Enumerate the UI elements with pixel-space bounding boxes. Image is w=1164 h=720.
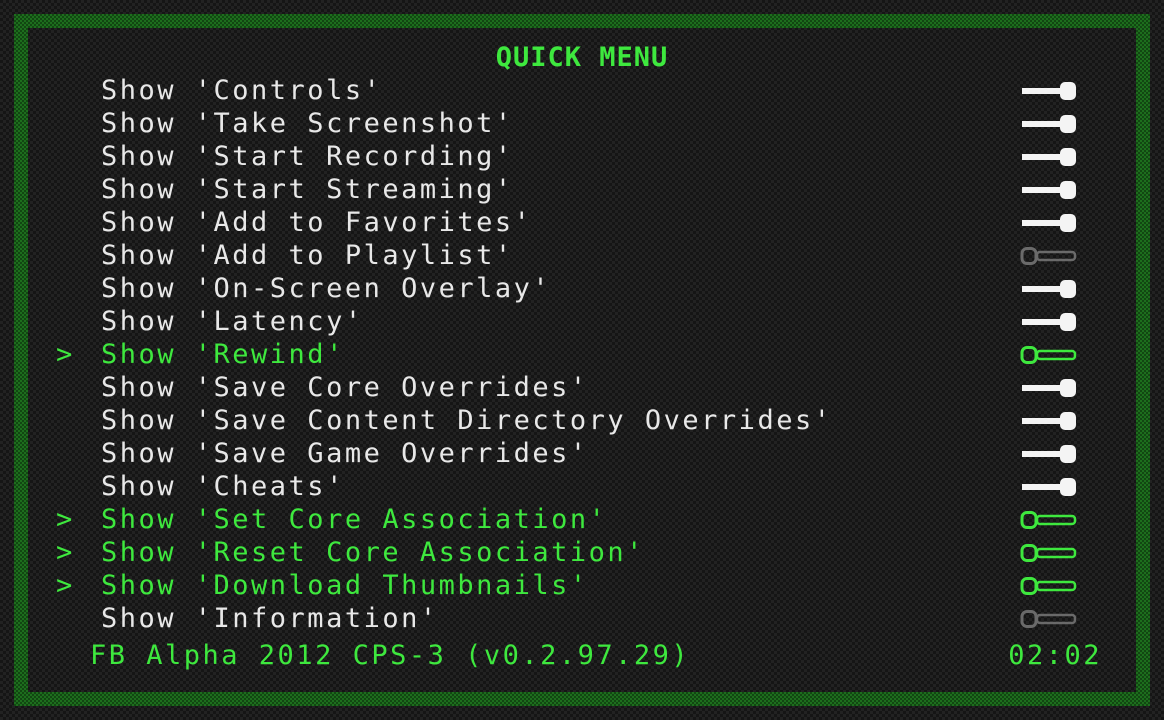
menu-item-label: Show 'Rewind' [101,339,345,370]
toggle-on-icon[interactable] [1020,115,1078,133]
toggle-on-icon[interactable] [1020,478,1078,496]
toggle-off-icon[interactable] [1020,544,1078,562]
menu-item[interactable]: Show 'Cheats' [0,470,1164,503]
menu-item[interactable]: Show 'Add to Playlist' [0,239,1164,272]
selection-marker: > [56,504,75,535]
toggle-off-icon[interactable] [1020,577,1078,595]
selection-marker: > [56,339,75,370]
menu-item[interactable]: Show 'Controls' [0,74,1164,107]
menu-item[interactable]: Show 'Start Recording' [0,140,1164,173]
menu-title: QUICK MENU [495,42,669,73]
status-bar: FB Alpha 2012 CPS-3 (v0.2.97.29) 02:02 [0,640,1164,676]
menu-item-label: Show 'Controls' [101,75,383,106]
toggle-off-icon[interactable] [1020,247,1078,265]
toggle-on-icon[interactable] [1020,313,1078,331]
toggle-on-icon[interactable] [1020,412,1078,430]
menu-item-label: Show 'Information' [101,603,439,634]
selection-marker: > [56,570,75,601]
menu-item-label: Show 'On-Screen Overlay' [101,273,552,304]
menu-item-label: Show 'Save Core Overrides' [101,372,589,403]
menu-item-label: Show 'Add to Favorites' [101,207,533,238]
menu-item[interactable]: Show 'Latency' [0,305,1164,338]
menu-item[interactable]: Show 'Information' [0,602,1164,635]
toggle-off-icon[interactable] [1020,511,1078,529]
toggle-on-icon[interactable] [1020,181,1078,199]
toggle-on-icon[interactable] [1020,280,1078,298]
menu-item-label: Show 'Start Recording' [101,141,514,172]
menu-item-label: Show 'Start Streaming' [101,174,514,205]
menu-item-label: Show 'Download Thumbnails' [101,570,589,601]
quick-menu-list: Show 'Controls' Show 'Take Screenshot' Sho… [0,74,1164,635]
menu-item[interactable]: Show 'Take Screenshot' [0,107,1164,140]
menu-item[interactable]: Show 'Save Content Directory Overrides' [0,404,1164,437]
menu-item[interactable]: Show 'On-Screen Overlay' [0,272,1164,305]
toggle-on-icon[interactable] [1020,214,1078,232]
menu-item-label: Show 'Add to Playlist' [101,240,514,271]
menu-item-label: Show 'Save Content Directory Overrides' [101,405,833,436]
core-name: FB Alpha 2012 CPS-3 (v0.2.97.29) [90,640,691,671]
toggle-off-icon[interactable] [1020,610,1078,628]
menu-item[interactable]: > Show 'Rewind' [0,338,1164,371]
toggle-on-icon[interactable] [1020,82,1078,100]
toggle-on-icon[interactable] [1020,445,1078,463]
menu-item[interactable]: Show 'Start Streaming' [0,173,1164,206]
selection-marker: > [56,537,75,568]
toggle-on-icon[interactable] [1020,379,1078,397]
clock: 02:02 [1008,640,1102,671]
menu-item[interactable]: Show 'Save Game Overrides' [0,437,1164,470]
menu-item-label: Show 'Save Game Overrides' [101,438,589,469]
menu-item-label: Show 'Cheats' [101,471,345,502]
toggle-on-icon[interactable] [1020,148,1078,166]
menu-item[interactable]: > Show 'Download Thumbnails' [0,569,1164,602]
menu-item-label: Show 'Reset Core Association' [101,537,645,568]
menu-item[interactable]: Show 'Save Core Overrides' [0,371,1164,404]
menu-item-label: Show 'Take Screenshot' [101,108,514,139]
menu-item[interactable]: Show 'Add to Favorites' [0,206,1164,239]
menu-item[interactable]: > Show 'Set Core Association' [0,503,1164,536]
menu-item-label: Show 'Set Core Association' [101,504,608,535]
toggle-off-icon[interactable] [1020,346,1078,364]
menu-item[interactable]: > Show 'Reset Core Association' [0,536,1164,569]
menu-item-label: Show 'Latency' [101,306,364,337]
